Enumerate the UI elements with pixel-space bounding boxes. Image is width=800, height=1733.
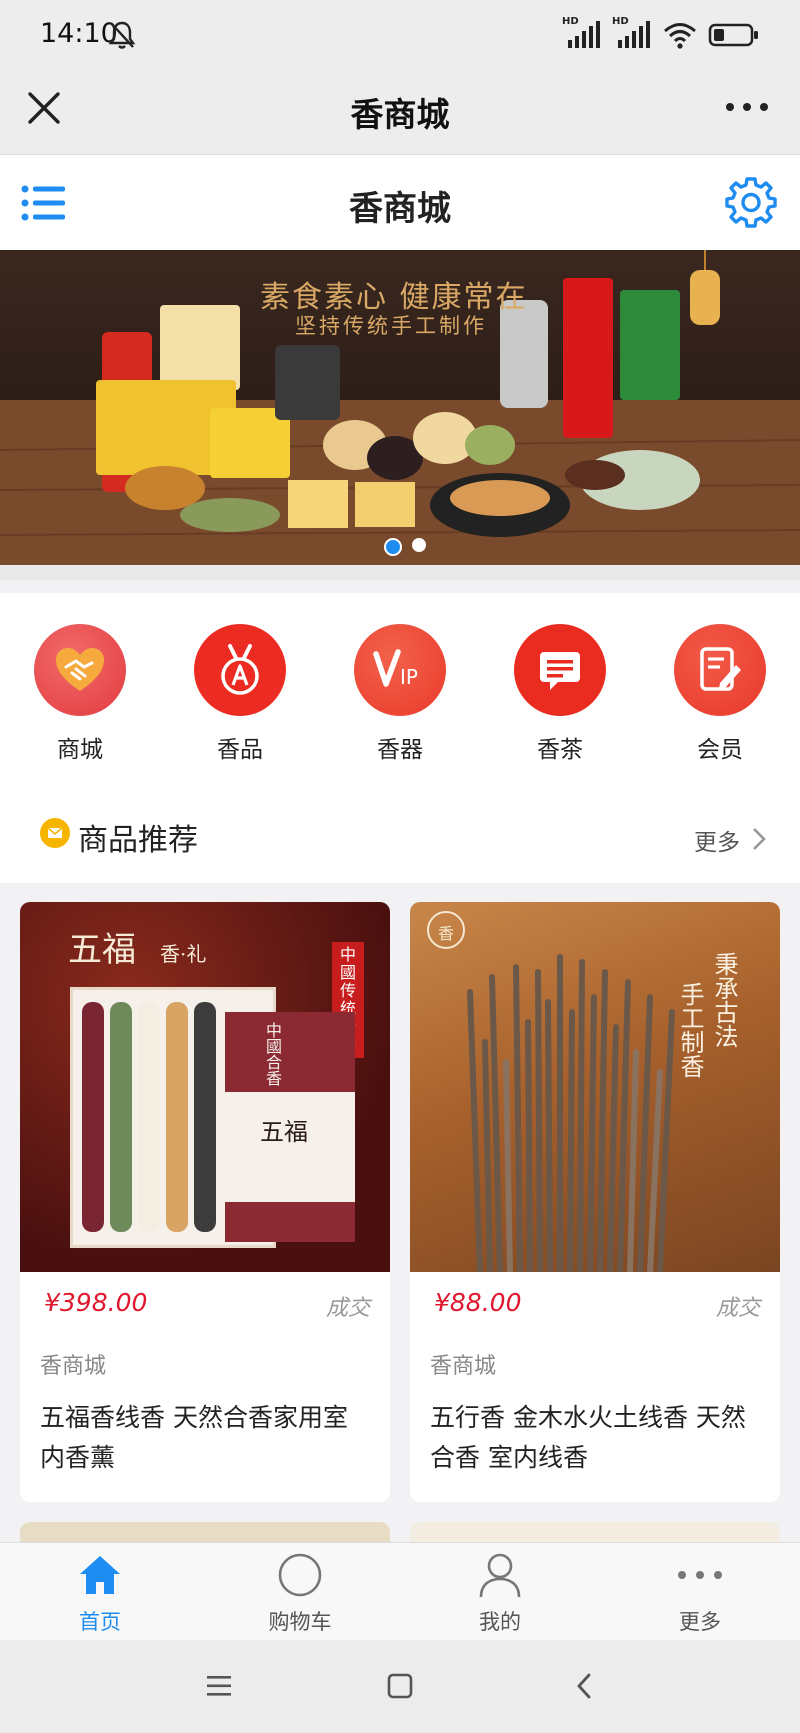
tab-label: 我的	[479, 1610, 521, 1634]
product-name[interactable]: 五福香线香 天然合香家用室内香薰	[40, 1398, 370, 1478]
section-more-link[interactable]: 更多	[694, 823, 740, 857]
handshake-heart-icon	[34, 624, 126, 716]
signal-icon: HD	[562, 16, 602, 50]
tab-label: 首页	[79, 1610, 121, 1634]
medal-icon	[194, 624, 286, 716]
category-label: 香器	[377, 737, 423, 763]
image-box-label: 中國合香	[263, 1022, 282, 1086]
product-name[interactable]: 五行香 金木水火土线香 天然合香 室内线香	[430, 1398, 760, 1478]
product-image[interactable]: 香 秉承古法 手工制香	[410, 902, 780, 1272]
tab-home[interactable]: 首页	[0, 1548, 200, 1636]
vip-icon: IP	[354, 624, 446, 716]
category-mall[interactable]: 商城	[10, 624, 150, 764]
message-icon	[514, 624, 606, 716]
image-subtitle: 香·礼	[160, 942, 207, 966]
category-label: 会员	[697, 737, 743, 763]
shop-name: 香商城	[40, 1354, 107, 1379]
image-title: 五福	[68, 930, 136, 970]
app-title: 香商城	[349, 189, 451, 229]
section-title: 商品推荐	[78, 823, 198, 858]
system-nav-bar	[0, 1640, 800, 1733]
mail-badge-icon	[40, 818, 70, 848]
home-square-icon[interactable]	[387, 1673, 413, 1699]
status-time: 14:10	[40, 18, 118, 49]
chevron-right-icon[interactable]	[748, 826, 770, 852]
category-label: 香茶	[537, 737, 583, 763]
category-label: 商城	[57, 737, 103, 763]
home-icon	[0, 1548, 200, 1602]
product-card[interactable]: 五福 香·礼 中國传统合香 中國合香 五福 ¥398.00 成交 香商城 五福香…	[20, 902, 390, 1502]
deal-label: 成交	[325, 1296, 370, 1321]
app-header: 香商城	[0, 154, 800, 251]
tab-label: 购物车	[268, 1610, 332, 1634]
image-text-col1: 秉承古法	[710, 952, 738, 1048]
image-text-col2: 手工制香	[676, 982, 704, 1078]
category-utensils[interactable]: IP 香器	[330, 624, 470, 764]
tab-more[interactable]: 更多	[600, 1548, 800, 1636]
brand-logo-text: 香	[438, 924, 455, 943]
webview-title: 香商城	[350, 95, 450, 134]
network-label: HD	[562, 16, 579, 27]
wifi-icon	[664, 23, 696, 49]
edit-note-icon	[674, 624, 766, 716]
status-indicators: HD HD	[562, 16, 760, 50]
webview-header: 香商城	[0, 66, 800, 154]
product-card-peek[interactable]	[410, 1522, 780, 1542]
category-tea[interactable]: 香茶	[490, 624, 630, 764]
image-box-name: 五福	[260, 1118, 308, 1146]
user-icon	[400, 1548, 600, 1602]
product-card-peek[interactable]	[20, 1522, 390, 1542]
bell-muted-icon	[108, 21, 136, 49]
tab-cart[interactable]: 购物车	[200, 1548, 400, 1636]
signal-icon: HD	[612, 16, 652, 50]
banner-slogan-line2: 坚持传统手工制作	[295, 314, 487, 338]
product-price: ¥88.00	[434, 1288, 522, 1317]
category-incense[interactable]: 香品	[170, 624, 310, 764]
gear-icon[interactable]	[724, 175, 778, 229]
shop-name: 香商城	[430, 1354, 497, 1379]
battery-icon	[708, 23, 758, 47]
more-dots-icon	[600, 1548, 800, 1602]
carousel-dot-active[interactable]	[384, 538, 402, 556]
category-member[interactable]: 会员	[650, 624, 790, 764]
carousel-dot[interactable]	[412, 538, 426, 552]
deal-label: 成交	[715, 1296, 760, 1321]
tab-profile[interactable]: 我的	[400, 1548, 600, 1636]
product-price: ¥398.00	[44, 1288, 148, 1317]
recent-apps-icon[interactable]	[206, 1674, 232, 1698]
back-icon[interactable]	[574, 1672, 594, 1700]
close-icon[interactable]	[22, 86, 66, 130]
product-image[interactable]: 五福 香·礼 中國传统合香 中國合香 五福	[20, 902, 390, 1272]
category-label: 香品	[217, 737, 263, 763]
more-options-icon[interactable]	[722, 92, 772, 122]
cart-icon	[200, 1548, 400, 1602]
tab-label: 更多	[679, 1610, 721, 1634]
network-label: HD	[612, 16, 629, 27]
svg-text:IP: IP	[400, 665, 418, 689]
product-card[interactable]: 香 秉承古法 手工制香 ¥88.00 成交 香商城 五行香 金木水火土线香 天然…	[410, 902, 780, 1502]
